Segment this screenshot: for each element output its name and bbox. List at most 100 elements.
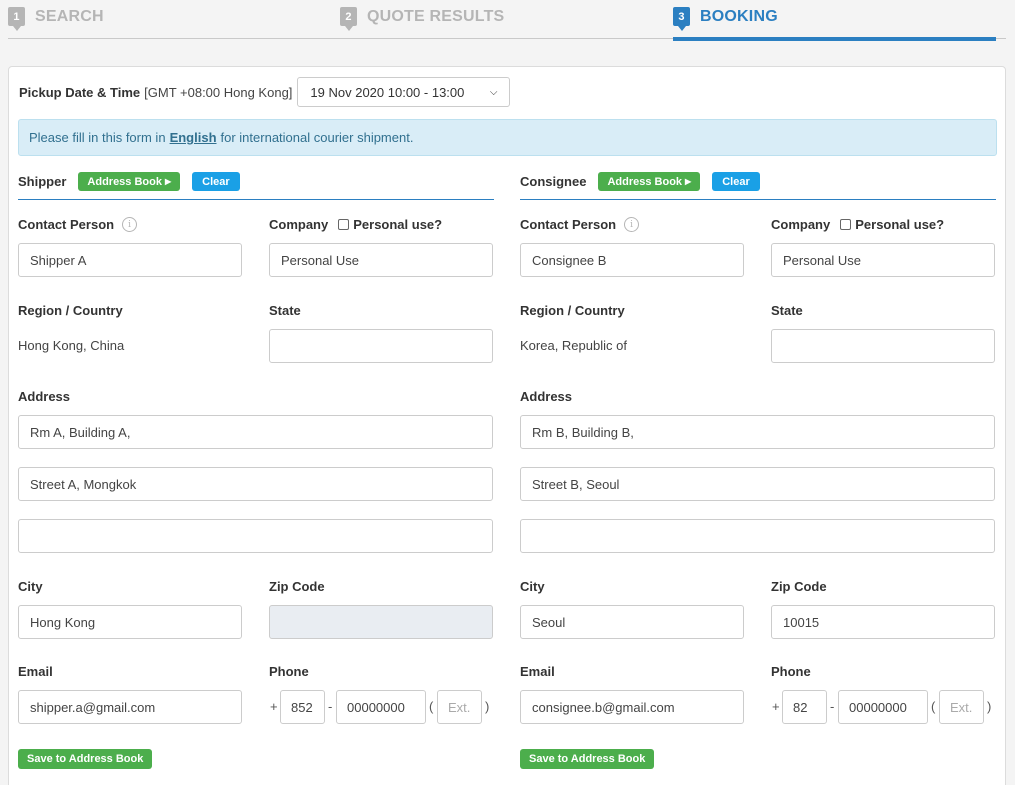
consignee-address-line1[interactable]: Rm B, Building B, [520,415,995,449]
shipper-section: Shipper Address Book ▶ Clear Contact Per… [18,167,494,785]
shipper-state-label: State [269,303,301,318]
consignee-phone-ext[interactable]: Ext. [939,690,984,724]
shipper-state-input[interactable] [269,329,493,363]
consignee-phone-label: Phone [771,664,811,679]
pickup-label: Pickup Date & Time [19,84,141,100]
shipper-phone-number[interactable]: 00000000 [336,690,426,724]
pickup-time-value: 19 Nov 2020 10:00 - 13:00 [310,84,465,100]
chevron-down-icon: ⌵ [489,86,498,98]
consignee-zip-input[interactable]: 10015 [771,605,995,639]
shipper-phone-ext[interactable]: Ext. [437,690,482,724]
active-step-indicator [673,37,996,41]
consignee-state-label: State [771,303,803,318]
phone-dash: - [328,699,333,714]
consignee-section: Consignee Address Book ▶ Clear Contact P… [520,167,996,785]
step-search[interactable]: 1 SEARCH [8,7,104,31]
step-booking[interactable]: 3 BOOKING [673,7,778,31]
phone-paren-open: ( [429,699,434,714]
consignee-company-input[interactable]: Personal Use [771,243,995,277]
consignee-personal-use-checkbox[interactable] [840,219,852,230]
field-label: Company [269,217,329,232]
shipper-contact-label: Contact Person i [18,217,138,232]
consignee-email-label: Email [520,664,555,679]
consignee-address-line2[interactable]: Street B, Seoul [520,467,995,501]
shipper-address-line2[interactable]: Street A, Mongkok [18,467,493,501]
shipper-email-label: Email [18,664,53,679]
shipper-title: Shipper [18,174,67,189]
shipper-address-label: Address [18,389,71,404]
shipper-phone-country-code[interactable]: 852 [280,690,325,724]
pickup-timezone: [GMT +08:00 Hong Kong] [144,84,293,100]
phone-paren-close: ) [485,699,490,714]
caret-right-icon: ▶ [685,177,692,186]
consignee-title: Consignee [520,174,587,189]
step-number-badge: 3 [673,7,690,31]
shipper-company-label: Company Personal use? [269,217,442,232]
step-label: SEARCH [35,7,104,25]
consignee-zip-label: Zip Code [771,579,827,594]
shipper-address-book-button[interactable]: Address Book ▶ [78,172,181,191]
consignee-save-address-button[interactable]: Save to Address Book [520,749,655,769]
step-label: QUOTE RESULTS [367,7,505,25]
consignee-address-line3[interactable] [520,519,995,553]
pickup-time-select[interactable]: 19 Nov 2020 10:00 - 13:00 ⌵ [297,77,511,107]
caret-right-icon: ▶ [164,177,172,186]
shipper-zip-input [269,605,493,639]
step-quote-results[interactable]: 2 QUOTE RESULTS [340,7,505,31]
ext-placeholder: Ext. [950,699,973,715]
consignee-phone-number[interactable]: 00000000 [838,690,928,724]
step-number-badge: 1 [8,7,25,31]
shipper-save-address-button[interactable]: Save to Address Book [18,749,153,769]
consignee-city-input[interactable]: Seoul [520,605,744,639]
consignee-clear-button[interactable]: Clear [712,172,760,191]
button-label: Address Book [87,175,162,188]
shipper-region-value: Hong Kong, China [18,338,125,353]
consignee-region-label: Region / Country [520,303,625,318]
button-label: Address Book [607,175,683,188]
shipper-zip-label: Zip Code [269,579,325,594]
info-icon[interactable]: i [122,217,138,232]
shipper-address-line3[interactable] [18,519,493,553]
shipper-company-input[interactable]: Personal Use [269,243,493,277]
phone-paren-close: ) [987,699,992,714]
shipper-region-label: Region / Country [18,303,123,318]
notice-emphasis: English [169,130,217,145]
english-notice: Please fill in this form in English for … [18,119,997,156]
consignee-address-book-button[interactable]: Address Book ▶ [598,172,701,191]
consignee-phone-country-code[interactable]: 82 [782,690,827,724]
personal-use-label: Personal use? [353,217,443,232]
consignee-city-label: City [520,579,545,594]
shipper-personal-use-checkbox[interactable] [338,219,350,230]
phone-plus: + [270,699,278,714]
consignee-header: Consignee Address Book ▶ Clear [520,167,996,200]
step-number-badge: 2 [340,7,357,31]
consignee-contact-input[interactable]: Consignee B [520,243,744,277]
shipper-email-input[interactable]: shipper.a@gmail.com [18,690,242,724]
step-label: BOOKING [700,7,778,25]
pickup-row: Pickup Date & Time [GMT +08:00 Hong Kong… [19,77,511,107]
phone-plus: + [772,699,780,714]
shipper-city-input[interactable]: Hong Kong [18,605,242,639]
field-label: Company [771,217,831,232]
shipper-clear-button[interactable]: Clear [192,172,240,191]
notice-text-end: for international courier shipment. [220,130,414,145]
shipper-header: Shipper Address Book ▶ Clear [18,167,494,200]
shipper-contact-input[interactable]: Shipper A [18,243,242,277]
field-label: Contact Person [520,217,617,232]
info-icon[interactable]: i [624,217,640,232]
booking-form-card: Pickup Date & Time [GMT +08:00 Hong Kong… [8,66,1006,785]
phone-paren-open: ( [931,699,936,714]
consignee-email-input[interactable]: consignee.b@gmail.com [520,690,744,724]
phone-dash: - [830,699,835,714]
consignee-address-label: Address [520,389,573,404]
personal-use-label: Personal use? [855,217,945,232]
notice-text: Please fill in this form in [29,130,166,145]
shipper-address-line1[interactable]: Rm A, Building A, [18,415,493,449]
shipper-city-label: City [18,579,43,594]
field-label: Contact Person [18,217,115,232]
booking-steps: 1 SEARCH 2 QUOTE RESULTS 3 BOOKING [8,0,1006,42]
consignee-state-input[interactable] [771,329,995,363]
consignee-contact-label: Contact Person i [520,217,640,232]
shipper-phone-label: Phone [269,664,309,679]
ext-placeholder: Ext. [448,699,471,715]
